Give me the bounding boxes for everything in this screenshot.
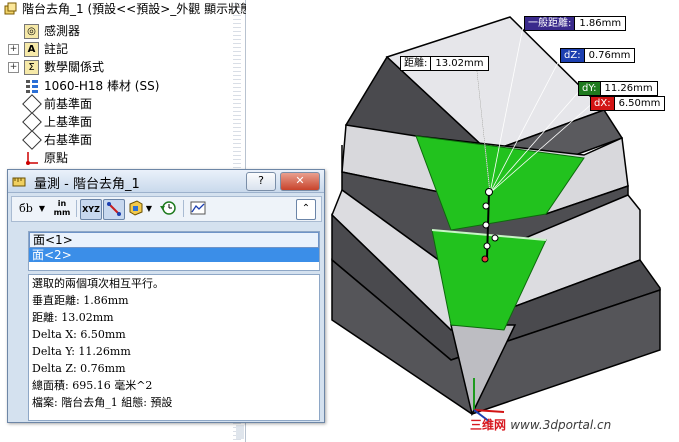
history-button[interactable]	[158, 199, 178, 218]
sensor-button[interactable]	[188, 199, 208, 218]
measure-point	[481, 255, 489, 263]
result-line: 檔案: 階台去角_1 組態: 預設	[32, 396, 173, 409]
tree-item-label: 註記	[44, 42, 69, 56]
result-line: Delta Y: 11.26mm	[32, 345, 131, 358]
xyz-measure-button[interactable]: XYZ	[80, 199, 102, 220]
help-button[interactable]: ?	[246, 172, 276, 191]
tree-item-label: 階台去角_1 (預設<<預設>_外觀 顯示狀態	[22, 2, 253, 16]
tree-item-label: 前基準面	[44, 97, 93, 111]
list-item[interactable]: 面<1>	[29, 232, 319, 248]
arc-circle-options-button[interactable]: бb	[15, 199, 37, 218]
tree-scrollbar[interactable]	[236, 425, 244, 439]
result-line: Delta X: 6.50mm	[32, 328, 126, 341]
measure-point	[482, 221, 490, 229]
sensor-icon: ◎	[24, 24, 39, 39]
expand-toggle[interactable]: +	[8, 44, 19, 55]
tree-item-label: 1060-H18 棒材 (SS)	[44, 79, 160, 93]
tree-item-label: 右基準面	[44, 133, 93, 147]
callout-dz: dZ: 0.76mm	[560, 48, 636, 63]
dialog-title-bar[interactable]: 量測 - 階台去角_1 ? ✕	[8, 170, 324, 193]
chevron-down-icon[interactable]: ▼	[145, 199, 153, 218]
plane-icon	[22, 112, 42, 132]
point-to-point-icon	[107, 202, 121, 216]
result-line: 選取的兩個項次相互平行。	[32, 277, 164, 290]
measure-point	[491, 234, 499, 242]
measure-point	[482, 202, 490, 210]
point-to-point-button[interactable]	[103, 199, 125, 220]
plane-icon	[22, 130, 42, 150]
callout-normal-distance: 一般距離: 1.86mm	[524, 16, 627, 31]
measure-dialog[interactable]: 量測 - 階台去角_1 ? ✕ бb ▼ in mm XYZ ▼ ⌃ 面<1> …	[7, 169, 325, 423]
measure-results: 選取的兩個項次相互平行。 垂直距離: 1.86mm 距離: 13.02mm De…	[28, 274, 320, 421]
measure-toolbar: бb ▼ in mm XYZ ▼ ⌃	[11, 196, 322, 222]
measure-point	[483, 242, 491, 250]
close-button[interactable]: ✕	[280, 172, 320, 191]
projection-icon	[129, 200, 143, 216]
callout-dy: dY: 11.26mm	[578, 81, 658, 96]
dialog-title: 量測 - 階台去角_1	[34, 177, 140, 192]
tree-item-label: 上基準面	[44, 115, 93, 129]
plane-icon	[22, 94, 42, 114]
result-line: 距離: 13.02mm	[32, 311, 114, 324]
projection-button[interactable]	[127, 199, 145, 218]
expand-toggle[interactable]: +	[8, 62, 19, 73]
equation-icon: Σ	[24, 60, 39, 75]
selection-list[interactable]: 面<1> 面<2>	[28, 231, 320, 271]
part-icon	[2, 1, 18, 17]
chevron-down-icon[interactable]: ▼	[38, 199, 46, 218]
result-line: 總面積: 695.16 毫米^2	[32, 379, 153, 392]
collapse-button[interactable]: ⌃	[296, 199, 316, 220]
sensor-graph-icon	[190, 201, 206, 215]
tree-item-label: 數學關係式	[44, 60, 105, 74]
tree-item-label: 原點	[44, 151, 69, 165]
origin-icon	[24, 150, 40, 166]
measure-point	[485, 188, 493, 196]
measure-icon	[12, 177, 26, 187]
tree-item-label: 感測器	[44, 24, 81, 38]
history-icon	[160, 201, 176, 215]
result-line: 垂直距離: 1.86mm	[32, 294, 129, 307]
callout-distance: 距離: 13.02mm	[400, 56, 489, 71]
units-precision-button[interactable]: in mm	[52, 199, 72, 218]
callout-dx: dX: 6.50mm	[590, 96, 666, 111]
material-icon	[24, 78, 40, 94]
result-line: Delta Z: 0.76mm	[32, 362, 126, 375]
list-item[interactable]: 面<2>	[29, 248, 319, 262]
annotation-icon: A	[24, 42, 39, 57]
watermark: 三维网 www.3dportal.cn	[470, 418, 612, 432]
